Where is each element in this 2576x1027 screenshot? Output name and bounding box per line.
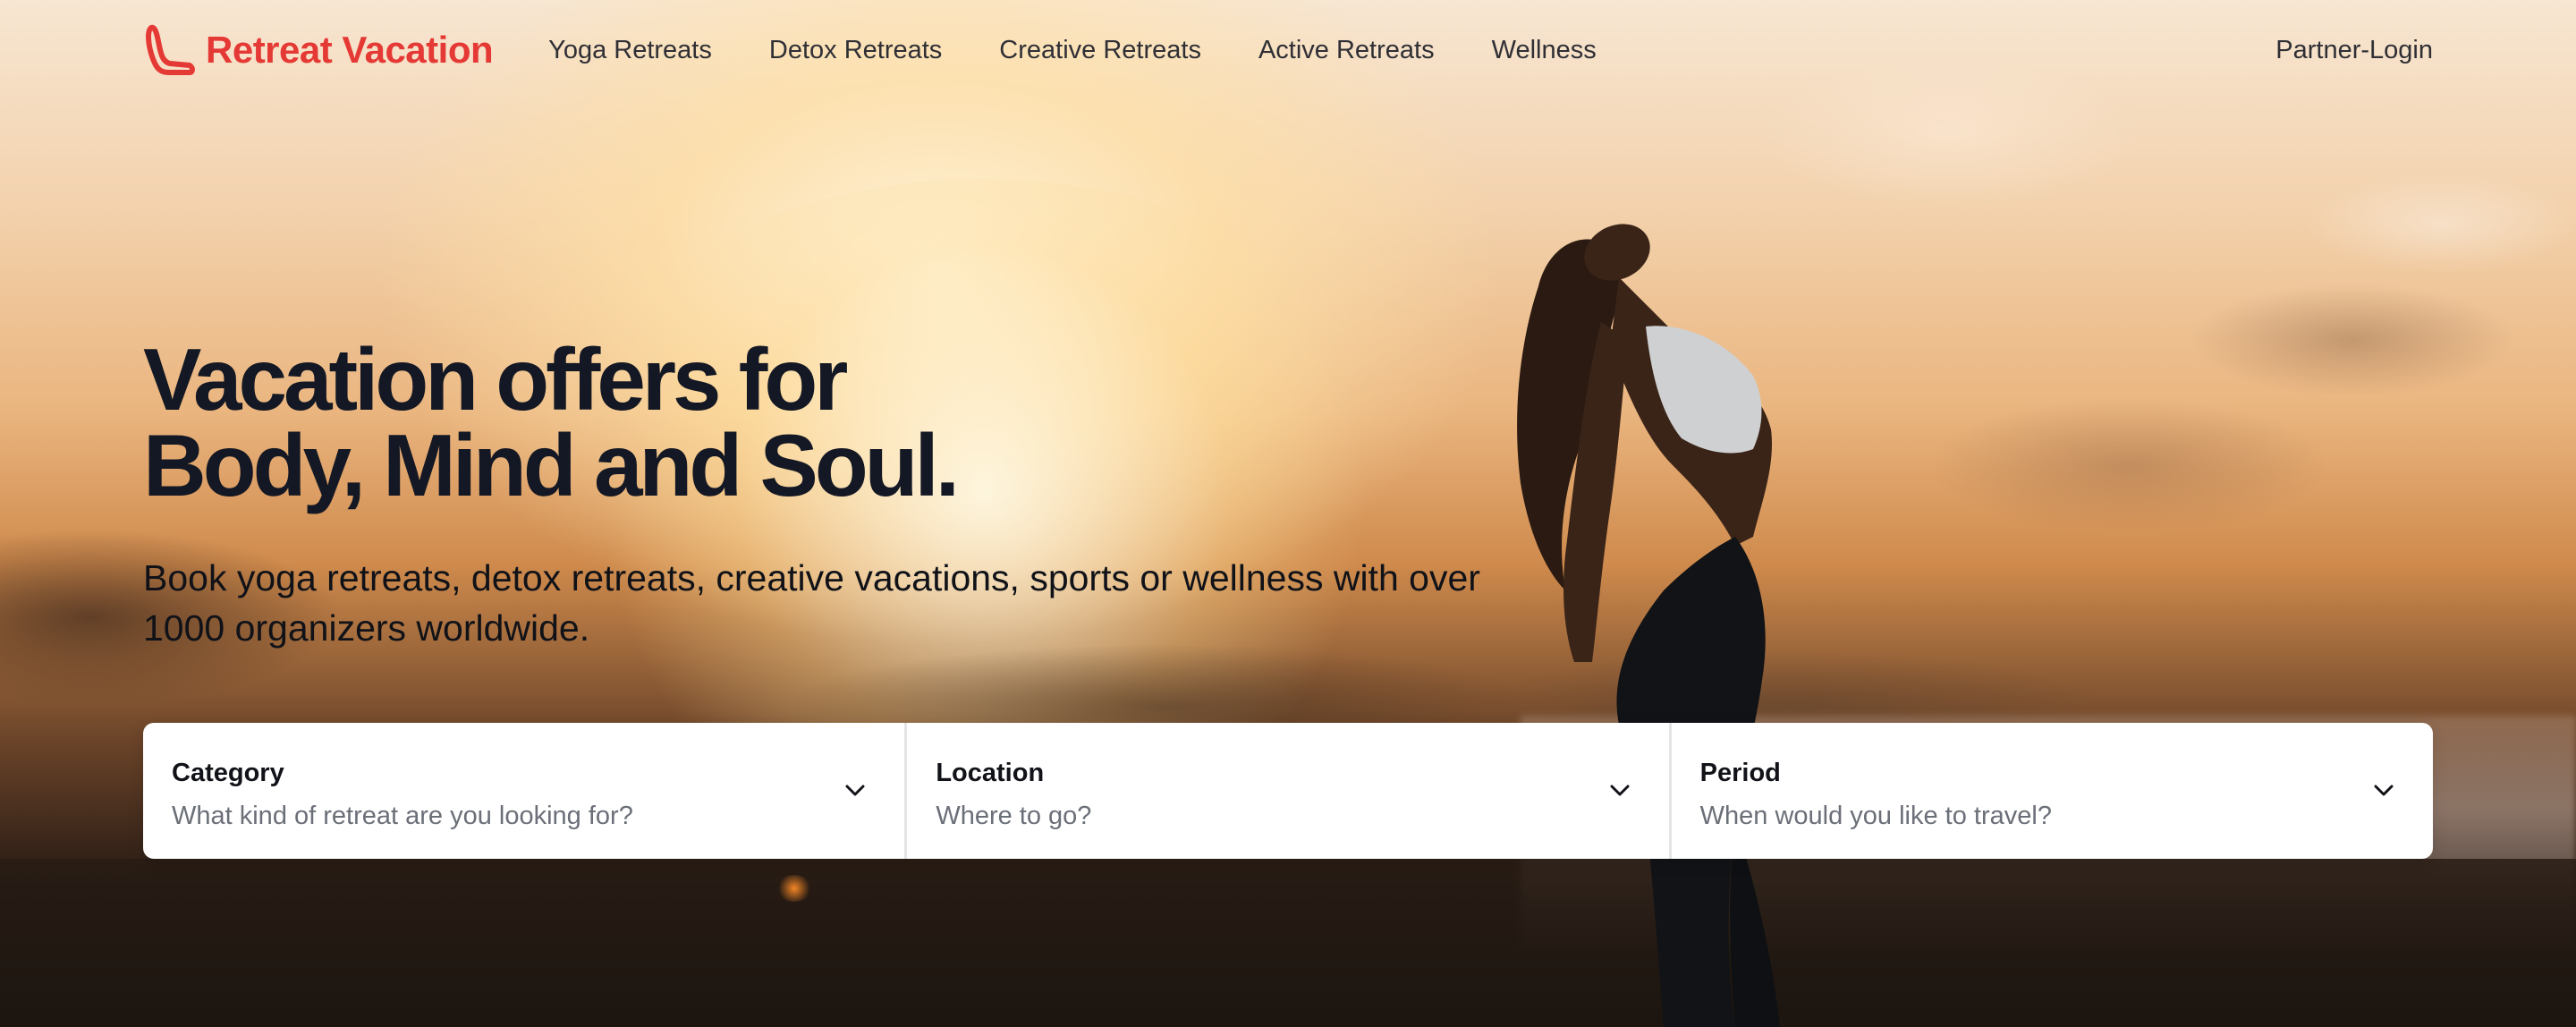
nav-link-active-retreats[interactable]: Active Retreats xyxy=(1258,36,1435,65)
top-navigation: Retreat Vacation Yoga Retreats Detox Ret… xyxy=(0,0,2576,100)
hero-subtitle: Book yoga retreats, detox retreats, crea… xyxy=(143,557,1480,649)
nav-link-yoga-retreats[interactable]: Yoga Retreats xyxy=(548,36,712,65)
location-label: Location xyxy=(936,759,1045,787)
chevron-down-icon xyxy=(2374,785,2394,796)
chevron-down-icon xyxy=(845,785,865,796)
brand-name: Retreat Vacation xyxy=(206,29,494,71)
hero-headline: Vacation offers for Body, Mind and Soul. xyxy=(143,330,960,514)
location-select[interactable]: Location Where to go? xyxy=(904,723,1668,859)
category-select[interactable]: Category What kind of retreat are you lo… xyxy=(143,723,904,859)
nav-link-creative-retreats[interactable]: Creative Retreats xyxy=(999,36,1201,65)
hero-background-beach xyxy=(0,859,2576,1027)
nav-links: Yoga Retreats Detox Retreats Creative Re… xyxy=(548,36,1597,65)
partner-login-link[interactable]: Partner-Login xyxy=(2275,36,2433,65)
brand-logo-icon xyxy=(146,24,195,75)
category-label: Category xyxy=(172,759,284,787)
hero-background-fire xyxy=(776,875,812,902)
nav-link-detox-retreats[interactable]: Detox Retreats xyxy=(769,36,942,65)
category-placeholder: What kind of retreat are you looking for… xyxy=(172,802,633,830)
brand-logo-link[interactable]: Retreat Vacation xyxy=(143,22,494,78)
nav-link-wellness[interactable]: Wellness xyxy=(1492,36,1597,65)
retreat-search-bar: Category What kind of retreat are you lo… xyxy=(143,723,2433,859)
chevron-down-icon xyxy=(1610,785,1630,796)
period-label: Period xyxy=(1699,759,1781,787)
location-placeholder: Where to go? xyxy=(936,802,1092,830)
hero-headline-line-2: Body, Mind and Soul. xyxy=(143,416,960,514)
period-select[interactable]: Period When would you like to travel? xyxy=(1668,723,2433,859)
hero-headline-line-1: Vacation offers for xyxy=(143,330,848,429)
hero-section: Retreat Vacation Yoga Retreats Detox Ret… xyxy=(0,0,2576,1027)
period-placeholder: When would you like to travel? xyxy=(1699,802,2052,830)
